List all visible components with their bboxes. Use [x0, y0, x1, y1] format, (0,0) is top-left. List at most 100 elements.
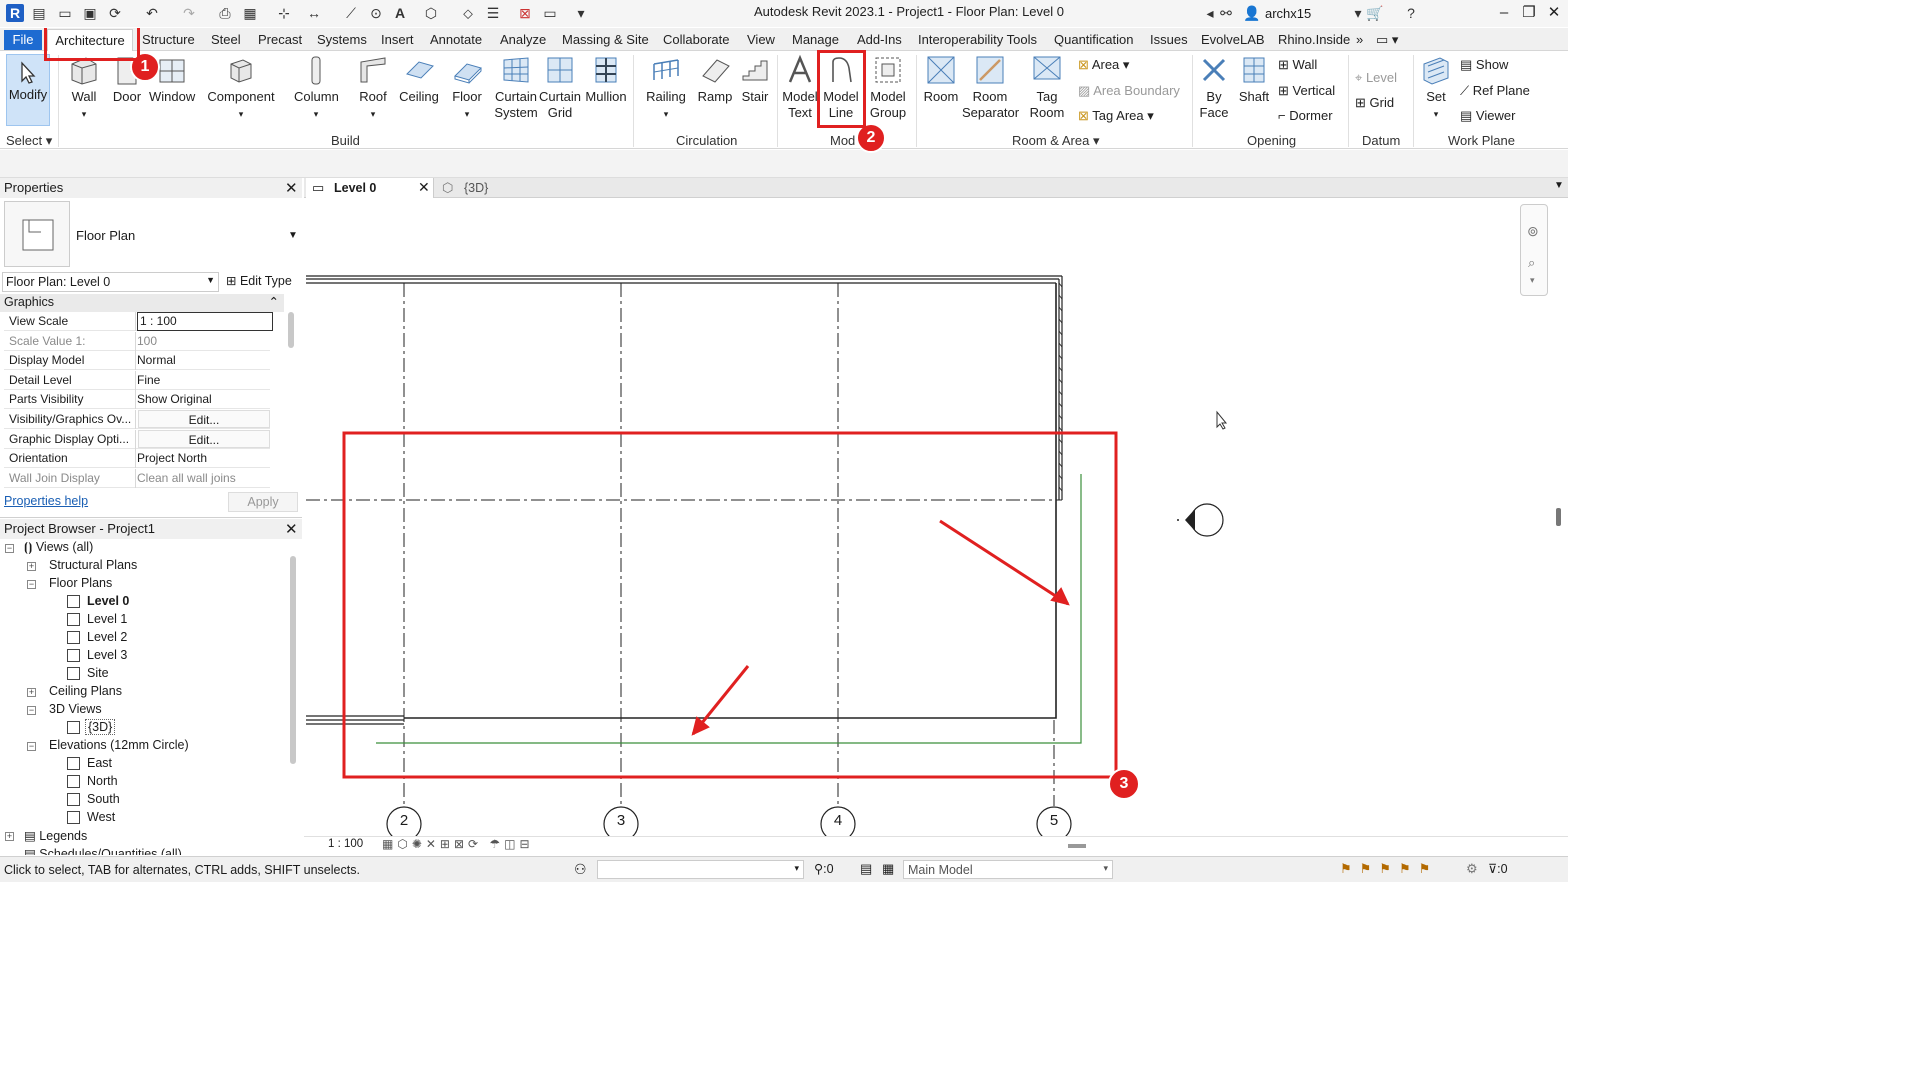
text-icon[interactable]: A — [391, 4, 409, 22]
tree-level-0[interactable]: Level 0 — [87, 594, 129, 608]
tab-precast[interactable]: Precast — [258, 32, 302, 47]
grid-button[interactable]: ⊞ Grid — [1355, 95, 1394, 111]
railing-button[interactable]: Railing ▾ — [644, 54, 688, 122]
model-text-button[interactable]: Model Text — [780, 54, 820, 121]
tree-east[interactable]: East — [87, 756, 112, 770]
floor-button[interactable]: Floor ▾ — [450, 54, 484, 122]
sync-icon[interactable]: ⟳ — [106, 4, 124, 22]
mullion-button[interactable]: Mullion — [584, 54, 628, 105]
elevation-marker[interactable] — [1177, 503, 1224, 537]
curtain-system-button[interactable]: Curtain System — [494, 54, 538, 121]
model-lines-new[interactable] — [376, 474, 1082, 744]
panel-toggle-icon[interactable]: ▭ ▾ — [1376, 32, 1398, 48]
navigation-bar[interactable]: ⊚ ⌕ ▾ — [1520, 204, 1548, 296]
properties-scrollbar[interactable] — [288, 312, 294, 348]
viewer-button[interactable]: ▤ Viewer — [1460, 108, 1515, 124]
help-icon[interactable]: ? — [1402, 4, 1420, 22]
view-tab-3d[interactable]: ⬡ {3D} — [438, 178, 528, 198]
tree-level-3[interactable]: Level 3 — [87, 648, 127, 662]
close-button[interactable]: ✕ — [1542, 3, 1566, 23]
dimension-icon[interactable]: ↔ — [305, 4, 323, 22]
expand-icon[interactable]: + — [5, 832, 14, 841]
wall-button[interactable]: Wall ▾ — [68, 54, 100, 122]
opening-wall-button[interactable]: ⊞ Wall — [1278, 57, 1317, 73]
tab-systems[interactable]: Systems — [317, 32, 367, 47]
property-row[interactable]: Visibility/Graphics Ov... Edit... — [4, 410, 270, 429]
view-scale-control[interactable]: 1 : 100 — [328, 838, 363, 850]
show-button[interactable]: ▤ Show — [1460, 57, 1508, 73]
component-button[interactable]: Component ▾ — [206, 54, 276, 122]
selection-toggles-icons[interactable]: ⚑⚑⚑⚑⚑ — [1340, 861, 1438, 877]
shaft-button[interactable]: Shaft — [1235, 54, 1273, 105]
redo-icon[interactable]: ↷ — [180, 4, 198, 22]
tab-view[interactable]: View — [747, 32, 775, 47]
property-edit-button[interactable]: Edit... — [138, 410, 270, 428]
tab-evolvelab[interactable]: EvolveLAB — [1201, 32, 1265, 47]
tree-west[interactable]: West — [87, 810, 115, 824]
properties-help-link[interactable]: Properties help — [4, 494, 88, 508]
ramp-button[interactable]: Ramp — [696, 54, 734, 105]
tab-annotate[interactable]: Annotate — [430, 32, 482, 47]
tab-add-ins[interactable]: Add-Ins — [857, 32, 902, 47]
tree-south[interactable]: South — [87, 792, 120, 806]
design-options-icon[interactable]: ▤ — [860, 861, 872, 877]
tab-analyze[interactable]: Analyze — [500, 32, 546, 47]
tree-level-2[interactable]: Level 2 — [87, 630, 127, 644]
tab-manage[interactable]: Manage — [792, 32, 839, 47]
room-area-panel-label[interactable]: Room & Area ▾ — [1012, 133, 1099, 149]
ref-plane-button[interactable]: ⟋ Ref Plane — [1460, 83, 1530, 99]
view-scale-input[interactable]: 1 : 100 — [137, 312, 273, 331]
area-button[interactable]: ⊠ Area ▾ — [1078, 57, 1129, 73]
cart-icon[interactable]: 🛒 — [1366, 4, 1384, 22]
home-icon[interactable]: ▤ — [30, 4, 48, 22]
modify-button[interactable]: Modify — [6, 54, 50, 126]
canvas-scrollbar[interactable] — [1556, 508, 1561, 526]
tree-ceiling-plans[interactable]: Ceiling Plans — [49, 684, 122, 698]
tree-floor-plans[interactable]: Floor Plans — [49, 576, 112, 590]
apply-button[interactable]: Apply — [228, 492, 298, 512]
view-control-icons[interactable]: ▦⬡✺✕⊞⊠⟳ ☂◫⊟ — [382, 837, 534, 851]
roof-button[interactable]: Roof ▾ — [356, 54, 390, 122]
graphics-section-header[interactable]: Graphics ⌃ — [0, 294, 284, 312]
model-icon[interactable]: ▦ — [882, 861, 894, 877]
tag-area-button[interactable]: ⊠ Tag Area ▾ — [1078, 108, 1154, 124]
tree-level-1[interactable]: Level 1 — [87, 612, 127, 626]
property-row[interactable]: Orientation Project North — [4, 449, 270, 469]
tree-3d[interactable]: {3D} — [85, 719, 116, 735]
minimize-button[interactable]: – — [1492, 3, 1516, 23]
editable-count[interactable]: ⚲:0 — [814, 861, 834, 876]
property-row[interactable]: View Scale 1 : 100 — [4, 312, 273, 331]
tree-elevations[interactable]: Elevations (12mm Circle) — [49, 738, 189, 752]
print-icon[interactable]: ⎙ — [216, 4, 234, 22]
tree-views-all[interactable]: ⦗⦘ Views (all) — [24, 540, 93, 555]
set-button[interactable]: Set ▾ — [1418, 54, 1454, 122]
workset-dropdown[interactable]: ▾ — [597, 860, 804, 879]
property-row[interactable]: Detail Level Fine — [4, 370, 270, 390]
user-icon[interactable]: 👤 — [1243, 4, 1261, 22]
tab-interoperability[interactable]: Interoperability Tools — [918, 32, 1037, 47]
ceiling-button[interactable]: Ceiling — [399, 54, 439, 105]
background-process-icon[interactable]: ⚙ — [1466, 861, 1478, 877]
tree-site[interactable]: Site — [87, 666, 109, 680]
thin-lines-icon[interactable]: ☰ — [484, 4, 502, 22]
tab-quantification[interactable]: Quantification — [1054, 32, 1134, 47]
binoculars-icon[interactable]: ⚯ — [1217, 4, 1235, 22]
export-icon[interactable]: ▦ — [241, 4, 259, 22]
browser-scrollbar[interactable] — [290, 556, 296, 764]
tab-structure[interactable]: Structure — [142, 32, 195, 47]
tab-menu-chevron-icon[interactable]: ▼ — [1554, 180, 1564, 191]
by-face-button[interactable]: By Face — [1196, 54, 1232, 121]
column-button[interactable]: Column ▾ — [294, 54, 339, 122]
expand-icon[interactable]: + — [27, 688, 36, 697]
collapse-icon[interactable]: − — [5, 544, 14, 553]
tab-steel[interactable]: Steel — [211, 32, 241, 47]
save-icon[interactable]: ▣ — [81, 4, 99, 22]
user-name[interactable]: archx15 — [1265, 6, 1311, 21]
tree-north[interactable]: North — [87, 774, 118, 788]
design-option-dropdown[interactable]: Main Model ▾ — [903, 860, 1113, 879]
expand-icon[interactable]: + — [27, 562, 36, 571]
select-panel-label[interactable]: Select ▾ — [6, 133, 52, 149]
tab-file[interactable]: File — [4, 30, 42, 50]
type-selector-chevron-icon[interactable]: ▼ — [288, 230, 298, 241]
close-tab-icon[interactable]: ✕ — [418, 179, 430, 196]
